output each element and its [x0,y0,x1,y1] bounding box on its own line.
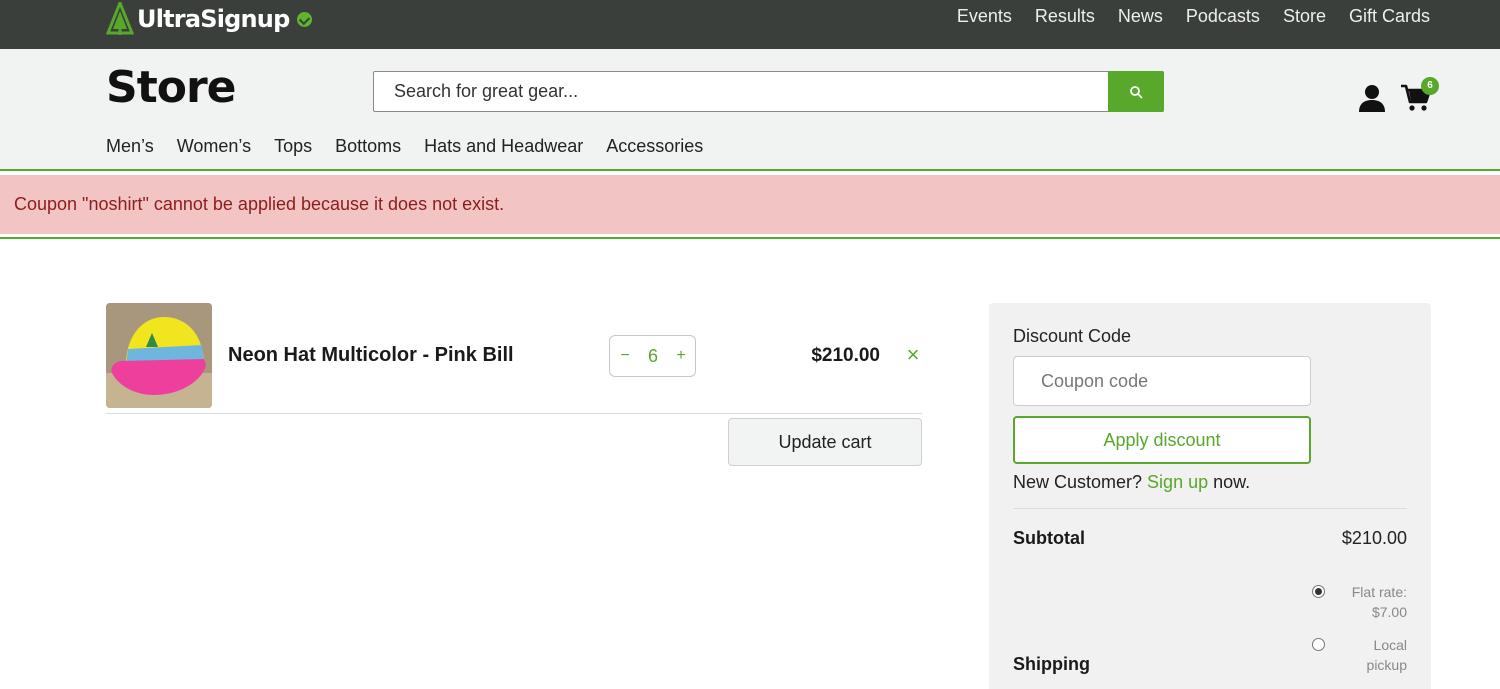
nav-events[interactable]: Events [957,6,1012,27]
quantity-value[interactable]: 6 [638,336,668,376]
category-nav: Men’s Women’s Tops Bottoms Hats and Head… [106,136,703,157]
quantity-decrease-button[interactable]: − [614,336,636,376]
logo-text: UltraSignup [137,5,290,33]
error-message: Coupon "noshirt" cannot be applied becau… [14,194,505,214]
ultrasignup-logo[interactable]: UltraSignup [106,2,313,36]
category-hats-headwear[interactable]: Hats and Headwear [424,136,583,157]
nav-news[interactable]: News [1118,6,1163,27]
nav-store[interactable]: Store [1283,6,1326,27]
nav-podcasts[interactable]: Podcasts [1186,6,1260,27]
update-cart-button[interactable]: Update cart [728,418,922,466]
search-input[interactable] [374,72,1109,111]
cart-summary-panel: Discount Code Apply discount New Custome… [989,303,1431,689]
shipping-flat-rate-label: Flat rate: $7.00 [1317,582,1407,622]
category-tops[interactable]: Tops [274,136,312,157]
store-header: Store 6 Men’s Women’s Tops Bottoms Hats … [0,49,1500,170]
product-thumbnail[interactable] [106,303,212,408]
product-name[interactable]: Neon Hat Multicolor - Pink Bill [228,344,514,367]
category-accessories[interactable]: Accessories [606,136,703,157]
user-icon[interactable] [1357,83,1387,113]
divider [0,169,1500,171]
new-customer-suffix: now. [1208,472,1251,492]
error-notice: Coupon "noshirt" cannot be applied becau… [0,175,1500,234]
apply-discount-button[interactable]: Apply discount [1013,416,1311,464]
nav-results[interactable]: Results [1035,6,1095,27]
search-button[interactable] [1108,71,1164,112]
nav-gift-cards[interactable]: Gift Cards [1349,6,1430,27]
top-navigation-bar: UltraSignup Events Results News Podcasts… [0,0,1500,49]
discount-code-label: Discount Code [1013,326,1132,346]
main-nav: Events Results News Podcasts Store Gift … [957,0,1430,33]
category-mens[interactable]: Men’s [106,136,154,157]
shipping-option-line: Flat rate: [1351,584,1407,600]
divider [1013,508,1407,509]
shipping-option-line: Local [1373,637,1407,653]
search-box [373,71,1164,112]
shipping-option-line: $7.00 [1371,604,1407,620]
hat-image [106,303,212,408]
category-bottoms[interactable]: Bottoms [335,136,401,157]
verified-check-icon [297,11,313,27]
subtotal-label: Subtotal [1013,528,1085,548]
divider [0,237,1500,239]
shipping-local-pickup-label: Local pickup [1317,635,1407,675]
page-title: Store [106,62,236,113]
category-womens[interactable]: Women’s [177,136,251,157]
line-item-price: $210.00 [811,345,880,366]
divider [106,413,922,414]
close-icon[interactable]: × [904,343,922,367]
shipping-option-line: pickup [1366,657,1407,673]
cart-count-badge: 6 [1421,77,1439,95]
logo-tree-icon [106,2,134,35]
new-customer-text: New Customer? Sign up now. [1013,472,1250,493]
search-icon [1130,85,1143,98]
quantity-increase-button[interactable]: + [670,336,692,376]
subtotal-value: $210.00 [1341,528,1407,548]
sign-up-link[interactable]: Sign up [1147,472,1208,492]
coupon-code-input[interactable] [1013,356,1311,406]
shipping-label: Shipping [1013,654,1090,674]
new-customer-prefix: New Customer? [1013,472,1148,492]
quantity-stepper: − 6 + [609,335,696,377]
